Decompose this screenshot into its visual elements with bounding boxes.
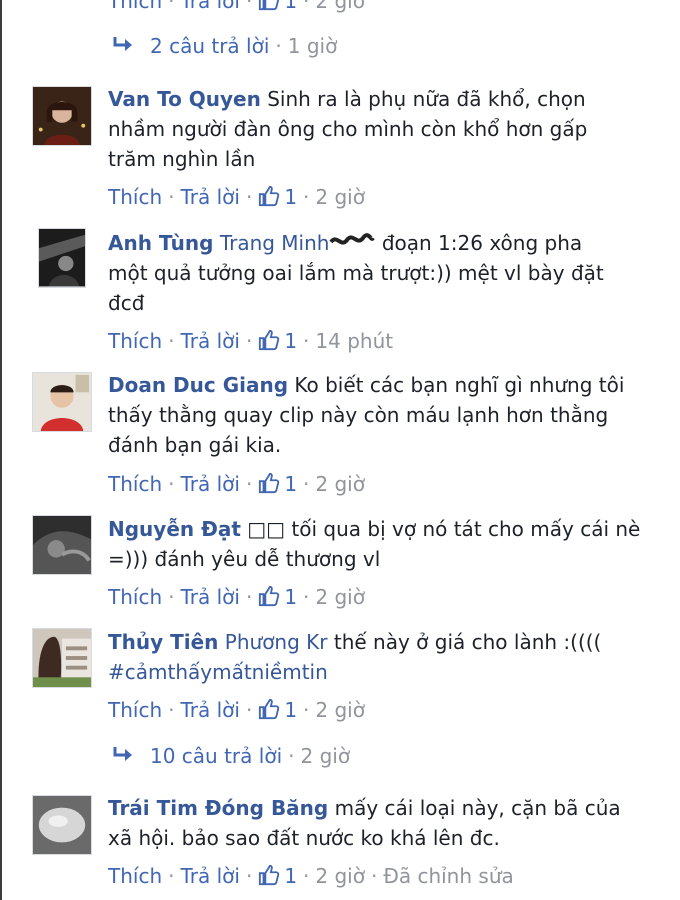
comment-text: Sinh ra là phụ nữa đã khổ, chọn	[267, 87, 586, 111]
thumbs-up-icon[interactable]	[258, 698, 280, 720]
view-replies-row[interactable]: 2 câu trả lời · 1 giờ	[112, 31, 337, 61]
thumbs-up-icon[interactable]	[258, 0, 280, 11]
like-count: 1	[284, 472, 298, 496]
comment-body: Van To Quyen Sinh ra là phụ nữa đã khổ, …	[108, 84, 648, 174]
comment-actions-top: Thích · Trả lời · 1 · 2 giờ	[108, 0, 365, 16]
timestamp: 2 giờ	[315, 472, 365, 496]
comment-actions: Thích · Trả lời · 1 · 14 phút	[108, 329, 394, 353]
like-count: 1	[284, 585, 298, 609]
comment-text: Ko biết các bạn nghĩ gì nhưng tôi	[294, 373, 625, 397]
like-link[interactable]: Thích	[108, 698, 162, 722]
avatar[interactable]	[32, 86, 92, 146]
thumbs-up-icon[interactable]	[258, 472, 280, 494]
thumbs-up-icon[interactable]	[258, 585, 280, 607]
comment-text: đánh bạn gái kia.	[108, 433, 282, 457]
reply-arrow-icon	[113, 37, 132, 51]
timestamp: 2 giờ	[315, 585, 365, 609]
avatar[interactable]	[32, 515, 92, 575]
comment-author[interactable]: Van To Quyen	[108, 87, 261, 111]
like-link[interactable]: Thích	[108, 329, 162, 353]
thumbs-up-icon[interactable]	[258, 185, 280, 207]
comment-text: đcđ	[108, 291, 145, 315]
view-replies-link[interactable]: 2 câu trả lời	[150, 34, 269, 58]
like-link[interactable]: Thích	[108, 585, 162, 609]
comment-author[interactable]: Doan Duc Giang	[108, 373, 288, 397]
like-count: 1	[284, 329, 298, 353]
comment-text: một quả tưởng oai lắm mà trượt:)) mệt vl…	[108, 261, 604, 285]
tagged-user[interactable]: Phương Kr	[225, 630, 328, 654]
comment-actions: Thích · Trả lời · 1 · 2 giờ	[108, 185, 365, 209]
like-count: 1	[284, 864, 298, 888]
comment-author[interactable]: Thủy Tiên	[108, 630, 218, 654]
thumbs-up-icon[interactable]	[258, 329, 280, 351]
timestamp: 2 giờ	[315, 864, 365, 888]
reply-link[interactable]: Trả lời	[180, 698, 239, 722]
timestamp: 2 giờ	[315, 185, 365, 209]
reply-link[interactable]: Trả lời	[180, 864, 239, 888]
comment-text: thế này ở giá cho lành :((((	[333, 630, 602, 654]
timestamp: 14 phút	[315, 329, 394, 353]
edited-link[interactable]: Đã chỉnh sửa	[383, 864, 513, 888]
comment-actions: Thích · Trả lời · 1 · 2 giờ · Đã chỉnh sửa	[108, 864, 514, 888]
comment-text: mấy cái loại này, cặn bã của	[334, 796, 621, 820]
comment-author[interactable]: Anh Tùng	[108, 231, 213, 255]
comment-text: nhầm người đàn ông cho mình còn khổ hơn …	[108, 117, 588, 141]
comment-body: Anh Tùng Trang Minh đoạn 1:26 xông pha m…	[108, 228, 648, 318]
reply-link[interactable]: Trả lời	[180, 0, 239, 13]
reply-link[interactable]: Trả lời	[180, 329, 239, 353]
like-count: 1	[284, 185, 298, 209]
thumbs-up-icon[interactable]	[258, 864, 280, 886]
hashtag-link[interactable]: #cảmthấymấtniềmtin	[108, 660, 328, 684]
comment-actions: Thích · Trả lời · 1 · 2 giờ	[108, 472, 365, 496]
comment-author[interactable]: Trái Tim Đóng Băng	[108, 796, 328, 820]
avatar[interactable]	[32, 795, 92, 855]
reply-link[interactable]: Trả lời	[180, 472, 239, 496]
comment-author[interactable]: Nguyễn Đạt	[108, 517, 241, 541]
avatar[interactable]	[38, 228, 86, 288]
comment-body: Nguyễn Đạt □□ tối qua bị vợ nó tát cho m…	[108, 514, 648, 574]
reply-link[interactable]: Trả lời	[180, 185, 239, 209]
comment-body: Trái Tim Đóng Băng mấy cái loại này, cặn…	[108, 793, 648, 853]
comment-text: xã hội. bảo sao đất nước ko khá lên đc.	[108, 826, 500, 850]
timestamp: 2 giờ	[300, 744, 351, 768]
like-link[interactable]: Thích	[108, 185, 162, 209]
avatar[interactable]	[32, 628, 92, 688]
comment-text: trăm nghìn lần	[108, 147, 256, 171]
scribble-mark	[329, 233, 376, 245]
like-link[interactable]: Thích	[108, 0, 162, 13]
reply-link[interactable]: Trả lời	[180, 585, 239, 609]
timestamp: 2 giờ	[315, 698, 365, 722]
timestamp: 2 giờ	[315, 0, 365, 13]
like-link[interactable]: Thích	[108, 864, 162, 888]
comment-body: Thủy Tiên Phương Kr thế này ở giá cho là…	[108, 627, 648, 687]
comment-actions: Thích · Trả lời · 1 · 2 giờ	[108, 585, 365, 609]
comment-actions: Thích · Trả lời · 1 · 2 giờ	[108, 698, 365, 722]
timestamp: 1 giờ	[287, 34, 338, 58]
comment-body: Doan Duc Giang Ko biết các bạn nghĩ gì n…	[108, 370, 648, 460]
like-count: 1	[284, 698, 298, 722]
view-replies-row[interactable]: 10 câu trả lời · 2 giờ	[112, 741, 350, 771]
like-link[interactable]: Thích	[108, 472, 162, 496]
tagged-user[interactable]: Trang Minh	[220, 231, 330, 255]
comment-text: □□ tối qua bị vợ nó tát cho mấy cái nè	[247, 517, 641, 541]
comment-text: đoạn 1:26 xông pha	[381, 231, 583, 255]
comment-text: thấy thằng quay clip này còn máu lạnh hơ…	[108, 403, 609, 427]
reply-arrow-icon	[113, 747, 132, 761]
comment-feed: Thích · Trả lời · 1 · 2 giờ 2 câu trả lời · 1 gi…	[0, 0, 680, 900]
view-replies-link[interactable]: 10 câu trả lời	[150, 744, 282, 768]
like-count: 1	[284, 0, 298, 13]
avatar[interactable]	[32, 372, 92, 432]
comment-text: =))) đánh yêu dễ thương vl	[108, 547, 381, 571]
